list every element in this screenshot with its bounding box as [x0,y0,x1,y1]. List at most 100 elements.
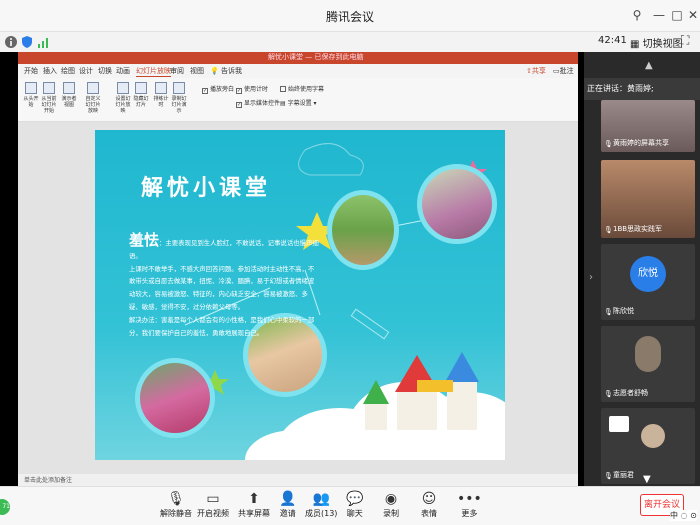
record-icon [173,82,185,94]
slideshow-icon [43,82,55,94]
notes-placeholder: 单击此处添加备注 [24,477,73,484]
ppt-file-title: 解忧小课堂 — 已保存到此电脑 [268,53,364,61]
checkbox-checked-icon: ✓ [236,102,242,108]
avatar: 欣悦 [630,256,666,292]
more-button[interactable]: ••• 更多 [457,490,482,519]
slide-canvas: 解忧小课堂 羞怯：主要表现见到生人脸红，不敢说话，记事说话也慢声细语。 上课时不… [18,122,578,474]
tab-animations[interactable]: 动画 [116,66,130,76]
switch-view-button[interactable]: ▦ 切换视图 [630,35,683,50]
photo-child-running [327,190,399,270]
participant-tile[interactable]: 🎙 童丽君 [601,408,695,484]
fullscreen-icon[interactable]: ⛶ [681,33,689,48]
checkbox-icon [280,86,286,92]
participant-tile[interactable]: 🎙 志愿者舒畅 [601,326,695,402]
tab-transitions[interactable]: 切换 [98,66,112,76]
record-show-button[interactable]: 录制幻灯片演示 [170,82,188,114]
emoji-icon: ☺ [421,491,437,507]
participant-name: 志愿者舒畅 [613,389,648,397]
presenter-view-button[interactable]: 演示者视图 [60,82,78,108]
unmute-button[interactable]: 🎙 解除静音 [160,490,192,519]
from-beginning-button[interactable]: 从头开始 [22,82,40,108]
photo-girl-bubbles [417,164,497,244]
pencil-icon [350,308,390,340]
from-current-button[interactable]: 从当前幻灯片开始 [40,82,58,114]
start-video-button[interactable]: ▭ 开启视频 [197,490,229,519]
always-subtitles-checkbox[interactable]: 始终使用字幕 [280,84,324,93]
tab-slideshow[interactable]: 幻灯片放映 [136,66,171,77]
close-button[interactable]: ✕ [684,6,700,24]
hide-slide-icon [135,82,147,94]
participant-name: 童丽君 [613,471,634,479]
ppt-ribbon-tabs: 开始 插入 绘图 设计 切换 动画 幻灯片放映 审阅 视图 💡 告诉我 [18,64,578,78]
tab-review[interactable]: 审阅 [170,66,184,76]
collapse-panel-icon[interactable]: › [589,272,593,283]
pin-icon[interactable]: ⚲ [628,6,646,24]
tab-view[interactable]: 视图 [190,66,204,76]
subtitle-settings-button[interactable]: ▤ 字幕设置 ▾ [280,98,317,107]
tab-home[interactable]: 开始 [24,66,38,76]
tab-tell-me[interactable]: 💡 告诉我 [210,66,242,76]
timer-icon [155,82,167,94]
hide-slide-button[interactable]: 隐藏幻灯片 [132,82,150,108]
scroll-down-icon[interactable]: ▼ [643,474,651,485]
ime-indicator[interactable]: 中 ◌ ⊙ [670,510,697,521]
meeting-toolbar: 🎙 解除静音 ▭ 开启视频 ⬆ 共享屏幕 👤 邀请 👥 成员(13) 💬 聊天 … [0,486,700,525]
share-screen-button[interactable]: ⬆ 共享屏幕 [238,490,270,519]
checkbox-checked-icon: ✓ [236,88,242,94]
custom-show-icon [87,82,99,94]
emoji-button[interactable]: ☺ 表情 [421,490,437,519]
castle-illustration [363,352,479,430]
mic-muted-icon: 🎙 [604,390,613,398]
scroll-up-icon[interactable]: ▲ [645,60,653,71]
use-timings-checkbox[interactable]: ✓ 使用计时 [236,84,268,94]
powerpoint-window: 解忧小课堂 — 已保存到此电脑 开始 插入 绘图 设计 切换 动画 幻灯片放映 … [18,52,578,486]
ppt-comment-button[interactable]: ▭批注 [553,66,574,76]
chat-icon: 💬 [346,491,364,507]
participant-tile[interactable]: 欣悦 🎙 陈欣悦 [601,244,695,320]
speaking-label: 正在讲话：黄雨婷; [587,84,654,93]
record-button[interactable]: ◉ 录制 [383,490,399,519]
show-media-controls-checkbox[interactable]: ✓ 显示媒体控件 [236,98,280,108]
play-narrations-checkbox[interactable]: ✓ 播放旁白 [202,84,234,94]
signal-icon[interactable] [36,35,50,49]
ppt-ribbon: 从头开始 从当前幻灯片开始 演示者视图 自定义幻灯片放映 设置幻灯片放映 隐藏幻… [18,78,578,122]
speaking-indicator: 正在讲话：黄雨婷; [584,78,700,100]
ppt-notes-bar[interactable]: 单击此处添加备注 [18,474,578,486]
notification-badge[interactable]: 71 [0,499,10,515]
members-icon: 👥 [312,491,330,507]
info-icon[interactable] [4,35,18,49]
participant-tile[interactable]: 🎙 黄雨婷的屏幕共享 [601,100,695,152]
mic-muted-icon: 🎙 [604,472,613,480]
participant-tile[interactable]: 🎙 1BB思政实践军 [601,160,695,238]
slide: 解忧小课堂 羞怯：主要表现见到生人脸红，不敢说话，记事说话也慢声细语。 上课时不… [95,130,505,460]
members-button[interactable]: 👥 成员(13) [305,490,337,519]
meeting-timer: 42:41 [598,35,627,46]
tab-draw[interactable]: 绘图 [61,66,75,76]
invite-button[interactable]: 👤 邀请 [279,490,296,519]
rehearse-timings-button[interactable]: 排练计时 [152,82,170,108]
shield-icon[interactable] [20,35,34,49]
slide-title: 解忧小课堂 [141,176,272,201]
slide-heading: 羞怯 [129,231,160,249]
minimize-button[interactable]: — [650,6,668,24]
shared-screen: 解忧小课堂 — 已保存到此电脑 开始 插入 绘图 设计 切换 动画 幻灯片放映 … [0,52,584,486]
photo-children-hugging [135,358,215,438]
slide-body: 羞怯：主要表现见到生人脸红，不敢说话，记事说话也慢声细语。 上课时不敢举手，不感… [129,231,319,337]
window-titlebar: 腾讯会议 ⚲ — □ ✕ [0,0,700,32]
setup-show-button[interactable]: 设置幻灯片放映 [114,82,132,114]
tab-insert[interactable]: 插入 [43,66,57,76]
ppt-share-button[interactable]: ⇧共享 [526,66,546,76]
tab-design[interactable]: 设计 [79,66,93,76]
camera-off-icon: ▭ [206,491,220,507]
share-screen-icon: ⬆ [248,491,260,507]
custom-show-button[interactable]: 自定义幻灯片放映 [84,82,102,114]
cat-avatar-icon [641,424,665,448]
participant-name: 黄雨婷的屏幕共享 [613,139,669,147]
switch-view-label: 切换视图 [642,39,683,50]
window-title: 腾讯会议 [325,10,374,24]
setup-icon [117,82,129,94]
invite-icon: 👤 [279,491,297,507]
chat-button[interactable]: 💬 聊天 [346,490,363,519]
mic-muted-icon: 🎙 [167,491,185,507]
mic-muted-icon: 🎙 [604,308,613,316]
